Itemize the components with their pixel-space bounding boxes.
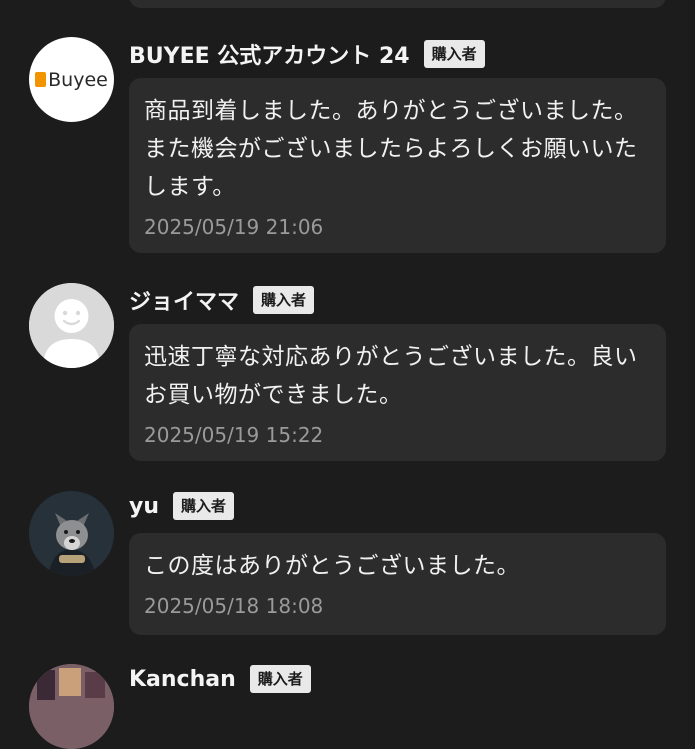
buyee-logo: Buyee: [35, 69, 108, 91]
buyee-mark-icon: [35, 72, 47, 87]
default-user-icon: [29, 283, 114, 368]
comment-bubble: 商品到着しました。ありがとうございました。また機会がございましたらよろしくお願い…: [129, 78, 666, 253]
comment-bubble: この度はありがとうございました。 2025/05/18 18:08: [129, 533, 666, 635]
comment-message: この度はありがとうございました。: [144, 553, 520, 579]
commenter-name[interactable]: BUYEE 公式アカウント 24: [129, 38, 410, 70]
comment-timestamp: 2025/05/19 21:06: [144, 215, 324, 239]
comment-bubble: 迅速丁寧な対応ありがとうございました。良いお買い物ができました。 2025/05…: [129, 324, 666, 461]
buyer-badge: 購入者: [253, 286, 315, 314]
comment-timestamp: 2025/05/19 15:22: [144, 423, 324, 447]
avatar[interactable]: [29, 491, 114, 576]
previous-comment-bubble: [129, 0, 666, 8]
user-photo-icon: [29, 664, 114, 749]
comment-timestamp: 2025/05/18 18:08: [144, 594, 324, 618]
buyer-badge: 購入者: [249, 665, 311, 693]
avatar[interactable]: [29, 664, 114, 749]
commenter-name[interactable]: ジョイママ: [129, 284, 239, 316]
avatar[interactable]: Buyee: [29, 37, 114, 122]
buyer-badge: 購入者: [423, 40, 485, 68]
avatar[interactable]: [29, 283, 114, 368]
buyer-badge: 購入者: [173, 492, 235, 520]
commenter-name[interactable]: yu: [129, 494, 159, 519]
wolf-photo-icon: [29, 491, 114, 576]
buyee-logo-text: Buyee: [48, 68, 108, 91]
comment-message: 商品到着しました。ありがとうございました。また機会がございましたらよろしくお願い…: [144, 98, 638, 200]
comment-message: 迅速丁寧な対応ありがとうございました。良いお買い物ができました。: [144, 344, 638, 408]
commenter-name[interactable]: Kanchan: [129, 667, 236, 692]
